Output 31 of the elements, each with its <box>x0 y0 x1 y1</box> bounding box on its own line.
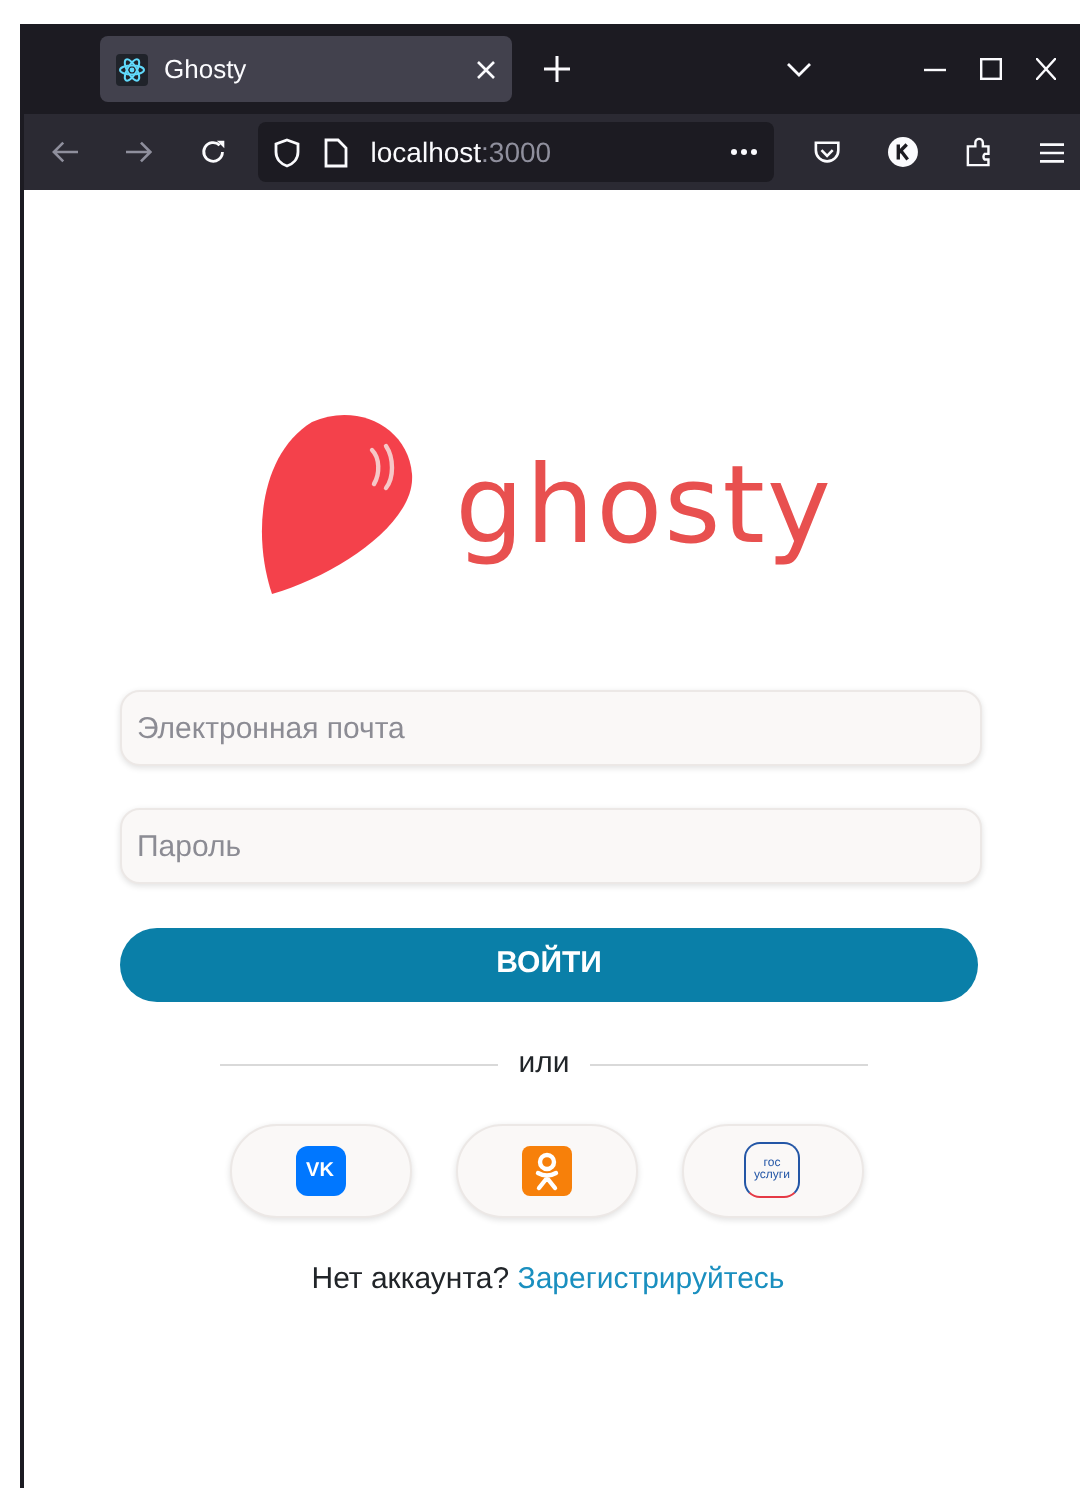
signup-prompt: Нет аккаунта? Зарегистрируйтесь <box>311 1259 785 1299</box>
logo-text: ghosty <box>455 452 833 560</box>
close-window-icon[interactable] <box>1036 58 1056 80</box>
person-icon <box>521 1145 571 1195</box>
forward-icon[interactable] <box>126 140 153 164</box>
divider-text: или <box>518 1044 570 1084</box>
shield-icon[interactable] <box>274 137 301 167</box>
puzzle-icon[interactable] <box>965 136 994 168</box>
page-icon[interactable] <box>324 137 349 167</box>
close-icon[interactable] <box>476 59 496 79</box>
menu-icon[interactable] <box>1039 141 1064 163</box>
atom-icon <box>116 53 148 85</box>
vk-icon: VK <box>295 1145 345 1195</box>
vk-login-button[interactable]: VK <box>229 1123 411 1217</box>
ok-login-button[interactable] <box>455 1123 637 1217</box>
maximize-icon[interactable] <box>980 58 1002 80</box>
chevron-down-icon[interactable] <box>786 61 812 77</box>
signup-link[interactable]: Зарегистрируйтесь <box>517 1261 785 1295</box>
back-icon[interactable] <box>52 140 79 164</box>
browser-tab[interactable]: Ghosty <box>100 36 512 102</box>
password-field[interactable]: Пароль <box>119 808 981 884</box>
login-button[interactable]: ВОЙТИ <box>120 928 978 1002</box>
reload-icon[interactable] <box>200 138 227 166</box>
tab-title: Ghosty <box>164 51 249 88</box>
minimize-icon[interactable] <box>924 67 946 71</box>
account-icon[interactable] <box>887 136 918 168</box>
pocket-icon[interactable] <box>813 139 840 165</box>
email-field[interactable]: Электронная почта <box>119 690 981 766</box>
logo-drop-icon <box>259 414 416 598</box>
new-tab-icon[interactable] <box>544 56 570 82</box>
more-icon[interactable] <box>729 148 758 156</box>
